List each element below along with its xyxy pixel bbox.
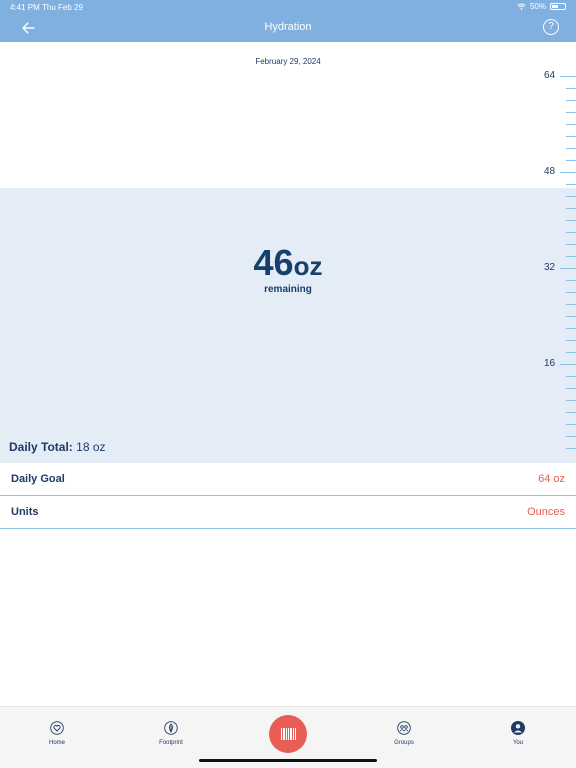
ruler-tick	[566, 148, 576, 149]
scan-button[interactable]	[269, 715, 307, 753]
ruler-tick	[566, 400, 576, 401]
units-label: Units	[11, 506, 39, 518]
ruler-tick	[566, 436, 576, 437]
date-label: February 29, 2024	[255, 57, 321, 66]
ruler-tick	[566, 328, 576, 329]
ruler-tick	[566, 316, 576, 317]
ruler-tick	[566, 388, 576, 389]
nav-bar: Hydration ?	[0, 14, 576, 42]
ruler-tick	[566, 136, 576, 137]
remaining-unit: oz	[293, 251, 323, 281]
remaining-label: remaining	[264, 284, 312, 295]
tab-home[interactable]: Home	[27, 721, 87, 753]
ruler-tick	[566, 196, 576, 197]
daily-total-label: Daily Total:	[9, 440, 73, 454]
daily-goal-row[interactable]: Daily Goal 64 oz	[0, 463, 576, 496]
ruler-tick	[566, 208, 576, 209]
tab-home-label: Home	[48, 740, 65, 746]
help-icon[interactable]: ?	[543, 19, 559, 35]
daily-goal-label: Daily Goal	[11, 473, 65, 485]
ruler-tick	[560, 172, 576, 173]
ruler-tick	[566, 376, 576, 377]
battery-percent: 50%	[529, 2, 546, 11]
status-bar: 4:41 PM Thu Feb 29 50%	[0, 0, 576, 14]
ruler-tick	[566, 220, 576, 221]
ruler-tick	[566, 112, 576, 113]
ruler-tick	[566, 424, 576, 425]
home-indicator	[199, 759, 377, 762]
tab-groups[interactable]: Groups	[374, 721, 434, 753]
remaining-display: 46oz remaining	[0, 242, 576, 295]
status-time: 4:41 PM	[10, 3, 40, 12]
battery-fill	[552, 5, 558, 8]
ruler-label-16: 16	[544, 358, 556, 369]
heart-icon	[50, 721, 64, 735]
tab-groups-label: Groups	[394, 740, 414, 746]
tab-footprint-label: Footprint	[159, 740, 183, 746]
ruler-tick	[566, 160, 576, 161]
ruler-tick	[560, 364, 576, 365]
ruler-tick	[566, 448, 576, 449]
tab-you-label: You	[512, 740, 524, 746]
ruler-tick	[566, 412, 576, 413]
ruler-label-64: 64	[544, 70, 556, 81]
status-right: 50%	[517, 2, 566, 11]
daily-goal-value: 64 oz	[538, 473, 565, 485]
water-level-fill	[0, 188, 576, 463]
daily-total-value: 18 oz	[76, 440, 106, 454]
remaining-value: 46	[253, 242, 294, 283]
battery-icon	[550, 3, 566, 10]
ruler-label-48: 48	[544, 166, 556, 177]
ruler-tick	[566, 232, 576, 233]
ruler-tick	[566, 100, 576, 101]
ruler-tick	[566, 340, 576, 341]
ruler-tick	[566, 352, 576, 353]
leaf-icon	[164, 721, 178, 735]
profile-icon	[511, 721, 525, 735]
tab-footprint[interactable]: Footprint	[141, 721, 201, 753]
units-value: Ounces	[527, 506, 565, 518]
tab-you[interactable]: You	[488, 721, 548, 753]
ruler-tick	[560, 76, 576, 77]
ruler-tick	[566, 88, 576, 89]
groups-icon	[397, 721, 411, 735]
ruler-tick	[566, 304, 576, 305]
ruler-tick	[566, 124, 576, 125]
units-row[interactable]: Units Ounces	[0, 496, 576, 529]
daily-total: Daily Total: 18 oz	[9, 440, 106, 454]
ruler-tick	[566, 184, 576, 185]
page-title: Hydration	[264, 21, 312, 33]
wifi-icon	[517, 3, 526, 10]
hydration-content: February 29, 2024 64 48 32 16 46oz remai…	[0, 42, 576, 706]
status-date: Thu Feb 29	[42, 3, 83, 12]
barcode-icon	[281, 728, 296, 740]
